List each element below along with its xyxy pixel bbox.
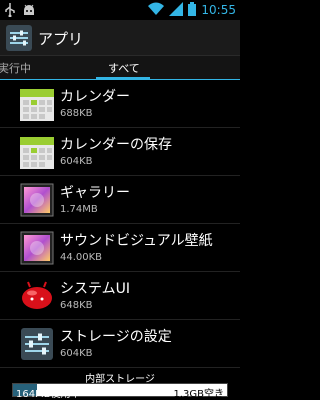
- app-name: ストレージの設定: [60, 329, 172, 345]
- app-size: 604KB: [60, 348, 93, 359]
- gallery-icon: [18, 229, 56, 267]
- tab-all[interactable]: すべて: [108, 60, 140, 76]
- tab-running[interactable]: 実行中: [0, 60, 31, 76]
- calendar-icon: [18, 85, 56, 123]
- app-name: システムUI: [60, 281, 130, 297]
- list-item[interactable]: カレンダー 688KB: [0, 80, 240, 128]
- settings-sliders-icon: [18, 325, 56, 363]
- app-name: サウンドビジュアル壁紙: [60, 233, 213, 249]
- list-item[interactable]: カレンダーの保存 604KB: [0, 128, 240, 176]
- storage-free-text: 1.3GB空き: [173, 389, 224, 400]
- clock: 10:55: [201, 3, 236, 17]
- battery-icon: [188, 1, 197, 20]
- wifi-icon: [148, 1, 165, 20]
- android-debug-icon: [22, 2, 36, 21]
- storage-summary: 内部ストレージ 164MB使用中 1.3GB空き: [0, 370, 240, 400]
- status-bar: 10:55: [0, 0, 240, 20]
- tab-bar: 実行中 すべて: [0, 56, 240, 80]
- notification-icons: [4, 2, 36, 21]
- usb-icon: [4, 2, 16, 21]
- list-item[interactable]: システムUI 648KB: [0, 272, 240, 320]
- list-item[interactable]: ギャラリー 1.74MB: [0, 176, 240, 224]
- app-size: 648KB: [60, 300, 93, 311]
- signal-icon: [169, 1, 184, 20]
- settings-sliders-icon[interactable]: [6, 25, 32, 51]
- jellybean-icon: [18, 277, 56, 315]
- action-bar: アプリ: [0, 20, 240, 56]
- app-size: 1.74MB: [60, 204, 98, 215]
- app-name: カレンダーの保存: [60, 137, 172, 153]
- app-list[interactable]: カレンダー 688KB カレンダーの保存 604KB ギャラリー 1.74MB …: [0, 80, 240, 370]
- app-size: 604KB: [60, 156, 93, 167]
- app-name: ギャラリー: [60, 185, 130, 201]
- page-title: アプリ: [38, 30, 84, 48]
- storage-meter: 164MB使用中 1.3GB空き: [12, 383, 228, 400]
- app-name: カレンダー: [60, 89, 130, 105]
- gallery-icon: [18, 181, 56, 219]
- list-item[interactable]: サウンドビジュアル壁紙 44.00KB: [0, 224, 240, 272]
- storage-used-text: 164MB使用中: [16, 389, 81, 400]
- calendar-icon: [18, 133, 56, 171]
- list-item[interactable]: ストレージの設定 604KB: [0, 320, 240, 368]
- app-size: 44.00KB: [60, 252, 103, 263]
- app-size: 688KB: [60, 108, 93, 119]
- system-icons: 10:55: [148, 1, 236, 20]
